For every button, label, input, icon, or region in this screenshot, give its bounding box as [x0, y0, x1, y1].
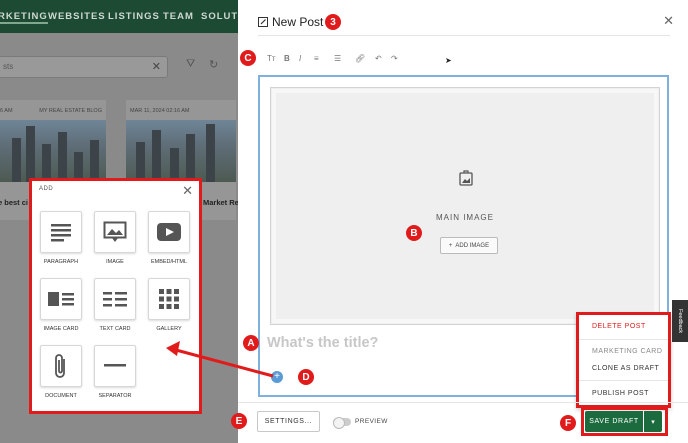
- callout-badge: B: [406, 225, 422, 241]
- annotation-arrow: [166, 341, 274, 378]
- callout-badge: E: [231, 413, 247, 429]
- callout-badge: 3: [325, 14, 341, 30]
- callout-badge: F: [560, 415, 576, 431]
- screen: RKETING WEBSITES LISTINGS TEAM SOLUTIO s…: [0, 0, 688, 443]
- callout-badge: D: [298, 369, 314, 385]
- callout-badge: A: [243, 335, 259, 351]
- callout-badge: C: [240, 50, 256, 66]
